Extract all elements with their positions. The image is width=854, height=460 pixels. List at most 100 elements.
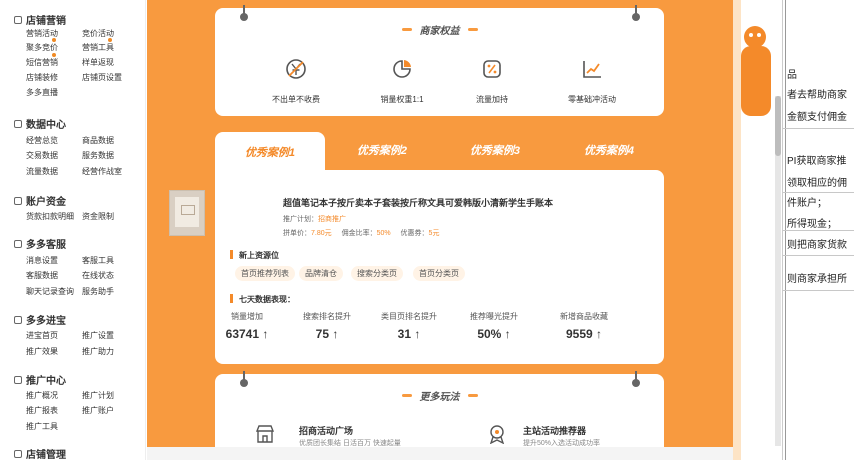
benefit-item: 流量加持 (447, 58, 537, 105)
doc-text-line: 则把商家货款 (787, 240, 847, 251)
sidebar-link[interactable]: 服务助手 (82, 286, 114, 297)
benefit-item: 销量权重1:1 (357, 58, 447, 105)
resource-title: 新上资源位 (239, 251, 279, 260)
sidebar-link[interactable]: 资金限制 (82, 211, 114, 222)
more-title: 更多玩法 (401, 386, 478, 404)
tab-case-3[interactable]: 优秀案例3 (439, 132, 551, 168)
sidebar-link[interactable]: 在线状态 (82, 270, 114, 281)
doc-text-line: 则商家承担所 (787, 274, 847, 285)
panel-edge-strip (733, 0, 741, 460)
stat-value: 75 ↑ (315, 327, 339, 341)
percent-badge-icon (483, 60, 501, 78)
wallet-icon (14, 196, 22, 205)
tab-case-1[interactable]: 优秀案例1 (215, 132, 325, 172)
sidebar-section-marketing[interactable]: 店铺营销 (14, 12, 66, 27)
sidebar-section-store[interactable]: 店铺管理 (14, 446, 66, 460)
doc-text-line: 件账户； (787, 198, 827, 209)
sidebar-link[interactable]: 多多直播 (26, 87, 58, 98)
sidebar-link[interactable]: 消息设置 (26, 255, 58, 266)
app-root: 店铺营销 营销活动 竞价活动 聚多竞价 营销工具 短信营销 样单返现 店铺装修 … (0, 0, 854, 460)
sidebar-link[interactable]: 推广效果 (26, 346, 58, 357)
doc-text-line: PI获取商家推 (787, 156, 847, 167)
sidebar-link[interactable]: 经营作战室 (82, 166, 122, 177)
bottom-bar (147, 447, 733, 460)
resource-tag[interactable]: 首页分类页 (413, 266, 465, 281)
sidebar-link[interactable]: 服务数据 (82, 150, 114, 161)
stat-label: 新增商品收藏 (560, 312, 608, 321)
doc-text-line: 品 (787, 70, 797, 81)
floating-side-widget[interactable] (741, 46, 771, 116)
headset-icon (14, 239, 22, 248)
product-thumbnail[interactable] (169, 190, 205, 236)
tab-case-4[interactable]: 优秀案例4 (553, 132, 665, 168)
product-title[interactable]: 超值笔记本子按斤卖本子套装按斤称文具可爱韩版小清新学生手账本 (283, 196, 553, 209)
sidebar-link[interactable]: 店铺页设置 (82, 72, 122, 83)
doc-rule (783, 230, 854, 231)
sidebar-link[interactable]: 客服数据 (26, 270, 58, 281)
resource-tag[interactable]: 首页推荐列表 (235, 266, 295, 281)
stat-value: 31 ↑ (397, 327, 421, 341)
sidebar-link[interactable]: 推广工具 (26, 421, 58, 432)
pin-icon (240, 371, 248, 387)
sidebar-link[interactable]: 推广助力 (82, 346, 114, 357)
section-marker (230, 294, 233, 303)
sidebar-link[interactable]: 样单返现 (82, 57, 114, 68)
sidebar-section-promotion[interactable]: 多多进宝 (14, 312, 66, 327)
doc-text-line: 所得现金； (787, 219, 837, 230)
sidebar-link[interactable]: 交易数据 (26, 150, 58, 161)
resource-tag[interactable]: 品牌清仓 (299, 266, 343, 281)
more-item-title[interactable]: 招商活动广场 (299, 424, 353, 437)
plan-value: 招商推广 (318, 216, 346, 223)
sidebar-link[interactable]: 推广计划 (82, 390, 114, 401)
sidebar-link[interactable]: 进宝首页 (26, 330, 58, 341)
tab-case-2[interactable]: 优秀案例2 (327, 132, 437, 168)
award-icon (487, 424, 507, 445)
resource-tag[interactable]: 搜索分类页 (351, 266, 403, 281)
stat-label: 类目页排名提升 (381, 312, 437, 321)
doc-text-line: 金额支付佣金 (787, 112, 847, 123)
sidebar-section-ads[interactable]: 推广中心 (14, 372, 66, 387)
sidebar-section-data[interactable]: 数据中心 (14, 116, 66, 131)
new-badge-dot (52, 38, 56, 42)
sidebar-link[interactable]: 流量数据 (26, 166, 58, 177)
price-line: 拼单价：7.80元 佣金比率：50% 优惠券：5元 (283, 230, 440, 237)
sidebar-link[interactable]: 推广账户 (82, 405, 114, 416)
sidebar-section-funds[interactable]: 账户资金 (14, 193, 66, 208)
sidebar-link[interactable]: 经营总览 (26, 135, 58, 146)
sidebar-link[interactable]: 聊天记录查询 (26, 286, 74, 297)
pin-icon (240, 5, 248, 21)
mascot-icon[interactable] (744, 26, 766, 48)
doc-rule (783, 290, 854, 291)
sidebar-link[interactable]: 店铺装修 (26, 72, 58, 83)
right-document-panel: 品 者去帮助商家 金额支付佣金 PI获取商家推 领取相应的佣 件账户； 所得现金… (782, 0, 854, 460)
section-marker (230, 250, 233, 259)
coupon-value: 5元 (428, 230, 440, 237)
no-charge-icon (286, 59, 306, 79)
sidebar-link[interactable]: 货款扣款明细 (26, 211, 74, 222)
sidebar-link[interactable]: 推广设置 (82, 330, 114, 341)
price-value: 7.80元 (311, 230, 332, 237)
sidebar-section-service[interactable]: 多多客服 (14, 236, 66, 251)
stat-label: 推荐曝光提升 (470, 312, 518, 321)
new-badge-dot (52, 53, 56, 57)
more-item-title[interactable]: 主站活动推荐器 (523, 424, 586, 437)
stat-value: 50% ↑ (477, 327, 511, 341)
sidebar-link[interactable]: 短信营销 (26, 57, 58, 68)
chart-icon (14, 119, 22, 128)
scrollbar-thumb[interactable] (775, 96, 781, 156)
diamond-icon (14, 315, 22, 324)
arrow-left-icon (14, 375, 22, 384)
benefit-item: 不出单不收费 (251, 58, 341, 105)
doc-rule (783, 255, 854, 256)
sidebar-link[interactable]: 推广概况 (26, 390, 58, 401)
doc-text-line: 者去帮助商家 (787, 90, 847, 101)
new-badge-dot (108, 38, 112, 42)
sidebar-link[interactable]: 营销工具 (82, 42, 114, 53)
sidebar-link[interactable]: 聚多竞价 (26, 42, 58, 53)
doc-rule (783, 192, 854, 193)
sidebar-link[interactable]: 客服工具 (82, 255, 114, 266)
stat-label: 搜索排名提升 (303, 312, 351, 321)
stat-value: 9559 ↑ (565, 327, 603, 341)
sidebar-link[interactable]: 推广报表 (26, 405, 58, 416)
sidebar-link[interactable]: 商品数据 (82, 135, 114, 146)
